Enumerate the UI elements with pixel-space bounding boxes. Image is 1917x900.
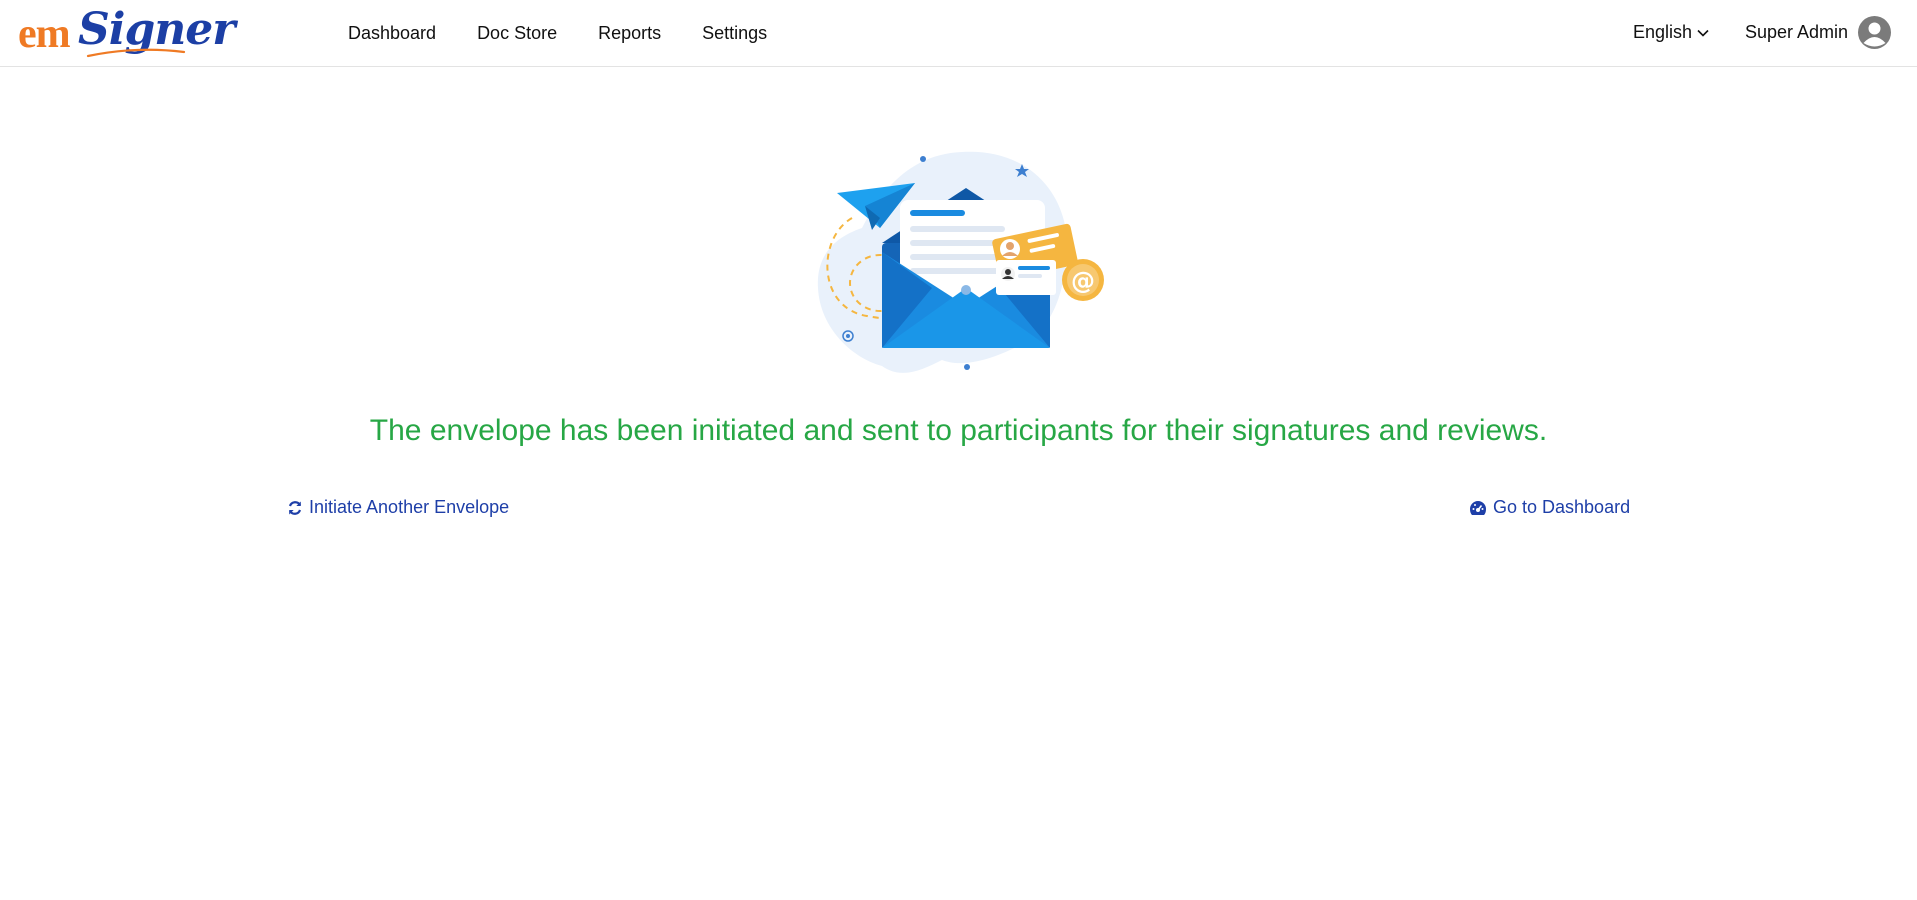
- nav-item-reports[interactable]: Reports: [598, 23, 661, 44]
- user-menu[interactable]: Super Admin: [1745, 16, 1892, 49]
- nav-item-doc-store[interactable]: Doc Store: [477, 23, 557, 44]
- success-message: The envelope has been initiated and sent…: [369, 414, 1548, 447]
- language-selector[interactable]: English: [1633, 22, 1709, 43]
- nav-item-dashboard[interactable]: Dashboard: [348, 23, 436, 44]
- svg-text:@: @: [1071, 267, 1095, 295]
- language-label: English: [1633, 22, 1693, 42]
- emsigner-logo[interactable]: em Signer: [18, 4, 235, 64]
- chevron-down-icon: [1697, 29, 1709, 37]
- user-name: Super Admin: [1745, 22, 1849, 42]
- envelope-sent-illustration: @: [817, 151, 1104, 373]
- nav-item-settings[interactable]: Settings: [702, 23, 767, 44]
- logo-swoosh-icon: [86, 48, 186, 58]
- top-navigation-bar: em Signer Dashboard Doc Store Reports Se…: [0, 0, 1917, 67]
- initiate-another-envelope-link[interactable]: Initiate Another Envelope: [287, 497, 509, 518]
- user-avatar-icon: [1858, 16, 1892, 49]
- initiate-another-envelope-label: Initiate Another Envelope: [309, 497, 510, 517]
- main-nav: Dashboard Doc Store Reports Settings: [348, 0, 767, 67]
- go-to-dashboard-link[interactable]: Go to Dashboard: [1469, 497, 1630, 518]
- dashboard-gauge-icon: [1470, 500, 1486, 515]
- go-to-dashboard-label: Go to Dashboard: [1493, 497, 1631, 517]
- refresh-icon: [288, 500, 302, 515]
- logo-em-text: em: [18, 11, 71, 57]
